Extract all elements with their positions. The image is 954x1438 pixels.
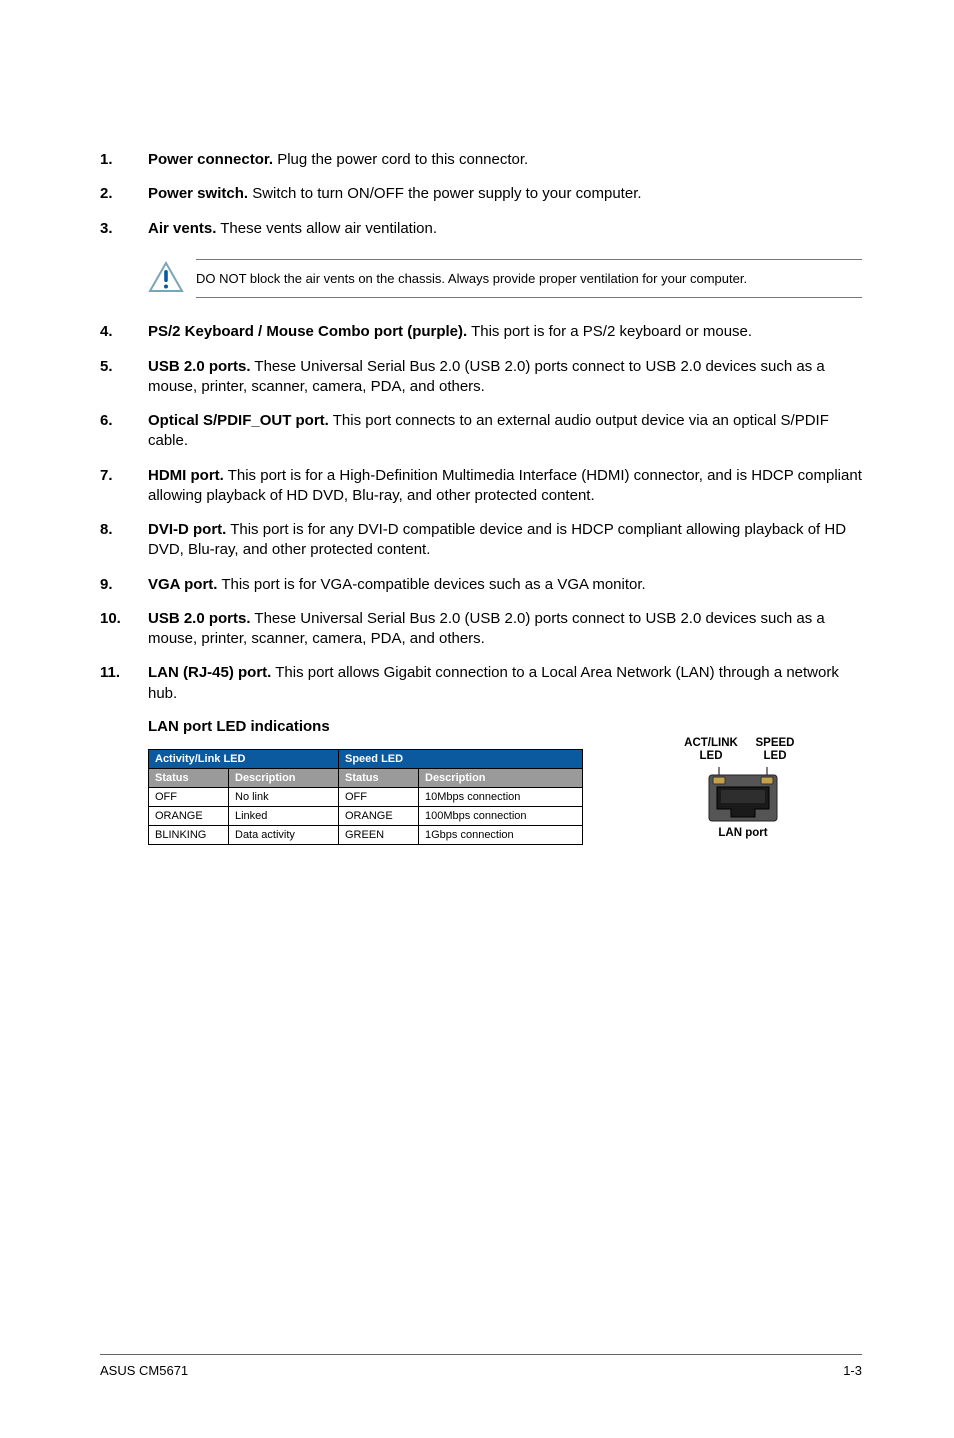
item-bold: USB 2.0 ports.	[148, 610, 251, 627]
item-text: This port is for any DVI-D compatible de…	[148, 521, 846, 558]
cell: Data activity	[229, 825, 339, 844]
page-footer: ASUS CM5671 1-3	[100, 1354, 862, 1378]
cell: 100Mbps connection	[419, 806, 583, 825]
item-number: 8.	[100, 520, 148, 561]
list-item: 9. VGA port. This port is for VGA-compat…	[100, 575, 862, 595]
cell: OFF	[339, 787, 419, 806]
item-body: DVI-D port. This port is for any DVI-D c…	[148, 520, 862, 561]
list-item: 4. PS/2 Keyboard / Mouse Combo port (pur…	[100, 322, 862, 342]
item-body: USB 2.0 ports. These Universal Serial Bu…	[148, 357, 862, 398]
label-speed-bot: LED	[764, 750, 787, 762]
item-text: This port is for a High-Definition Multi…	[148, 467, 862, 504]
item-bold: Air vents.	[148, 220, 216, 237]
label-speed-top: SPEED	[756, 737, 795, 749]
th-speed: Speed LED	[339, 749, 583, 768]
item-bold: LAN (RJ-45) port.	[148, 664, 271, 681]
item-bold: DVI-D port.	[148, 521, 226, 538]
cell: BLINKING	[149, 825, 229, 844]
item-number: 5.	[100, 357, 148, 398]
cell: 10Mbps connection	[419, 787, 583, 806]
item-number: 11.	[100, 663, 148, 704]
th-status2: Status	[339, 768, 419, 787]
item-bold: HDMI port.	[148, 467, 224, 484]
cell: 1Gbps connection	[419, 825, 583, 844]
caution-icon	[148, 261, 196, 297]
label-actlink: ACT/LINK LED	[683, 737, 739, 763]
list-item: 1. Power connector. Plug the power cord …	[100, 150, 862, 170]
caution-callout: DO NOT block the air vents on the chassi…	[148, 259, 862, 299]
cell: OFF	[149, 787, 229, 806]
list-item: 3. Air vents. These vents allow air vent…	[100, 219, 862, 239]
item-bold: Power connector.	[148, 151, 273, 168]
item-number: 9.	[100, 575, 148, 595]
item-text: Switch to turn ON/OFF the power supply t…	[248, 185, 642, 202]
list-item: 11. LAN (RJ-45) port. This port allows G…	[100, 663, 862, 704]
table-header-row: Activity/Link LED Speed LED	[149, 749, 583, 768]
list-item: 2. Power switch. Switch to turn ON/OFF t…	[100, 184, 862, 204]
list-item: 5. USB 2.0 ports. These Universal Serial…	[100, 357, 862, 398]
item-bold: USB 2.0 ports.	[148, 358, 251, 375]
item-number: 2.	[100, 184, 148, 204]
figure-caption: LAN port	[683, 827, 803, 839]
numbered-list-bottom: 4. PS/2 Keyboard / Mouse Combo port (pur…	[100, 322, 862, 704]
item-number: 10.	[100, 609, 148, 650]
item-text: Plug the power cord to this connector.	[273, 151, 528, 168]
cell: ORANGE	[149, 806, 229, 825]
item-bold: VGA port.	[148, 576, 217, 593]
item-body: PS/2 Keyboard / Mouse Combo port (purple…	[148, 322, 862, 342]
list-item: 8. DVI-D port. This port is for any DVI-…	[100, 520, 862, 561]
th-status1: Status	[149, 768, 229, 787]
item-number: 7.	[100, 466, 148, 507]
item-body: Air vents. These vents allow air ventila…	[148, 219, 862, 239]
item-text: This port is for a PS/2 keyboard or mous…	[467, 323, 752, 340]
footer-right: 1-3	[843, 1363, 862, 1378]
table-row: ORANGE Linked ORANGE 100Mbps connection	[149, 806, 583, 825]
item-body: Power connector. Plug the power cord to …	[148, 150, 862, 170]
th-desc2: Description	[419, 768, 583, 787]
table-row: OFF No link OFF 10Mbps connection	[149, 787, 583, 806]
item-number: 4.	[100, 322, 148, 342]
item-body: VGA port. This port is for VGA-compatibl…	[148, 575, 862, 595]
item-text: This port is for VGA-compatible devices …	[217, 576, 645, 593]
th-desc1: Description	[229, 768, 339, 787]
list-item: 10. USB 2.0 ports. These Universal Seria…	[100, 609, 862, 650]
led-table: Activity/Link LED Speed LED Status Descr…	[148, 749, 583, 845]
cell: Linked	[229, 806, 339, 825]
item-bold: Power switch.	[148, 185, 248, 202]
label-actlink-top: ACT/LINK	[684, 737, 738, 749]
cell: ORANGE	[339, 806, 419, 825]
caution-text: DO NOT block the air vents on the chassi…	[196, 259, 862, 299]
item-number: 6.	[100, 411, 148, 452]
item-number: 3.	[100, 219, 148, 239]
item-bold: Optical S/PDIF_OUT port.	[148, 412, 329, 429]
cell: No link	[229, 787, 339, 806]
item-body: LAN (RJ-45) port. This port allows Gigab…	[148, 663, 862, 704]
item-bold: PS/2 Keyboard / Mouse Combo port (purple…	[148, 323, 467, 340]
list-item: 6. Optical S/PDIF_OUT port. This port co…	[100, 411, 862, 452]
lan-port-icon	[705, 767, 781, 823]
item-body: Power switch. Switch to turn ON/OFF the …	[148, 184, 862, 204]
numbered-list-top: 1. Power connector. Plug the power cord …	[100, 150, 862, 239]
table-subheader-row: Status Description Status Description	[149, 768, 583, 787]
item-body: HDMI port. This port is for a High-Defin…	[148, 466, 862, 507]
led-section: Activity/Link LED Speed LED Status Descr…	[148, 749, 862, 845]
item-body: USB 2.0 ports. These Universal Serial Bu…	[148, 609, 862, 650]
list-item: 7. HDMI port. This port is for a High-De…	[100, 466, 862, 507]
th-activity: Activity/Link LED	[149, 749, 339, 768]
item-body: Optical S/PDIF_OUT port. This port conne…	[148, 411, 862, 452]
label-actlink-bot: LED	[700, 750, 723, 762]
lan-port-figure: ACT/LINK LED SPEED LED LAN port	[683, 737, 803, 839]
label-speed: SPEED LED	[747, 737, 803, 763]
footer-left: ASUS CM5671	[100, 1363, 188, 1378]
table-row: BLINKING Data activity GREEN 1Gbps conne…	[149, 825, 583, 844]
item-number: 1.	[100, 150, 148, 170]
item-text: These vents allow air ventilation.	[216, 220, 437, 237]
figure-labels: ACT/LINK LED SPEED LED	[683, 737, 803, 763]
cell: GREEN	[339, 825, 419, 844]
led-heading: LAN port LED indications	[148, 718, 862, 735]
